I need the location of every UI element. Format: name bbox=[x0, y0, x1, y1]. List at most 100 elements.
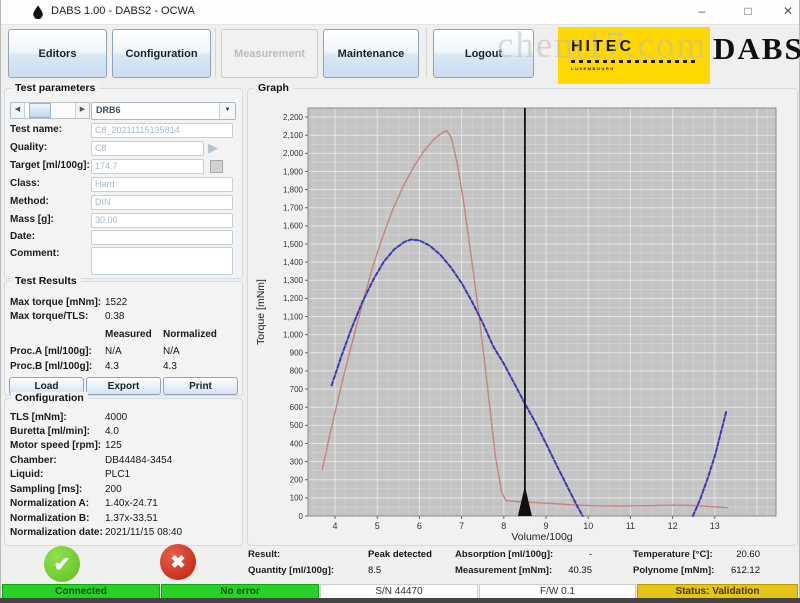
svg-text:1,900: 1,900 bbox=[283, 167, 304, 176]
preset-select[interactable]: DRB6 ▼ bbox=[91, 102, 236, 120]
test-name-label: Test name: bbox=[10, 124, 62, 135]
proc-b-measured: 4.3 bbox=[105, 361, 119, 372]
print-button[interactable]: Print bbox=[163, 377, 238, 395]
measured-column-header: Measured bbox=[105, 329, 152, 340]
editors-button[interactable]: Editors bbox=[8, 29, 107, 78]
svg-text:1,100: 1,100 bbox=[283, 312, 304, 321]
status-connected: Connected bbox=[2, 584, 160, 599]
quality-label: Quality: bbox=[10, 142, 47, 153]
absorption-label: Absorption [ml/100g]: bbox=[455, 549, 553, 560]
comment-field[interactable] bbox=[91, 247, 233, 275]
date-field[interactable] bbox=[91, 230, 233, 245]
sampling-value: 200 bbox=[105, 484, 122, 495]
minimize-button[interactable]: – bbox=[687, 2, 717, 21]
svg-text:1,300: 1,300 bbox=[283, 276, 304, 285]
title-bar: DABS 1.00 - DABS2 - OCWA – □ ✕ bbox=[1, 0, 799, 25]
result-label: Result: bbox=[248, 549, 280, 560]
max-torque-tls-label: Max torque/TLS: bbox=[10, 311, 88, 322]
status-serial-number: S/N 44470 bbox=[320, 584, 478, 599]
maintenance-button[interactable]: Maintenance bbox=[323, 29, 419, 78]
graph-title: Graph bbox=[254, 82, 293, 94]
measurement-value: 40.35 bbox=[550, 565, 592, 576]
configuration-button[interactable]: Configuration bbox=[112, 29, 211, 78]
svg-text:1,600: 1,600 bbox=[283, 222, 304, 231]
export-button[interactable]: Export bbox=[86, 377, 161, 395]
quantity-label: Quantity [ml/100g]: bbox=[248, 565, 334, 576]
play-icon[interactable]: ▶ bbox=[208, 141, 218, 154]
configuration-group: Configuration TLS [mNm]: 4000 Buretta [m… bbox=[4, 398, 243, 546]
normalization-a-value: 1.40x-24.71 bbox=[105, 498, 158, 509]
hitec-logo-subtext: LUXEMBOURG bbox=[571, 66, 615, 71]
svg-text:400: 400 bbox=[290, 439, 304, 448]
svg-text:100: 100 bbox=[290, 494, 304, 503]
target-field[interactable]: 174.7 bbox=[91, 159, 204, 174]
proc-b-normalized: 4.3 bbox=[163, 361, 177, 372]
connected-ok-icon: ✔ bbox=[44, 546, 80, 582]
target-browse-button[interactable] bbox=[210, 160, 223, 173]
svg-text:6: 6 bbox=[417, 521, 422, 531]
mass-field[interactable]: 30.00 bbox=[91, 213, 233, 228]
absorption-value: - bbox=[550, 549, 592, 560]
normalization-b-label: Normalization B: bbox=[10, 513, 89, 524]
logout-button[interactable]: Logout bbox=[433, 29, 534, 78]
result-value: Peak detected bbox=[368, 549, 432, 560]
mass-label: Mass [g]: bbox=[10, 214, 54, 225]
measurement-button: Measurement bbox=[221, 29, 318, 78]
svg-text:1,500: 1,500 bbox=[283, 240, 304, 249]
proc-a-label: Proc.A [ml/100g]: bbox=[10, 346, 92, 357]
normalization-a-label: Normalization A: bbox=[10, 498, 89, 509]
scroll-left-icon[interactable]: ◀ bbox=[11, 103, 25, 118]
maximize-button[interactable]: □ bbox=[733, 2, 763, 21]
class-field[interactable]: Hard bbox=[91, 177, 233, 192]
svg-text:600: 600 bbox=[290, 403, 304, 412]
toolbar-separator bbox=[426, 28, 427, 78]
max-torque-value: 1522 bbox=[105, 297, 127, 308]
preset-value: DRB6 bbox=[92, 103, 219, 119]
configuration-title: Configuration bbox=[11, 392, 88, 404]
svg-text:12: 12 bbox=[668, 521, 678, 531]
test-results-group: Test Results Max torque [mNm]: 1522 Max … bbox=[4, 281, 243, 396]
target-label: Target [ml/100g]: bbox=[10, 160, 90, 171]
measurement-label: Measurement [mNm]: bbox=[455, 565, 552, 576]
liquid-value: PLC1 bbox=[105, 469, 130, 480]
method-label: Method: bbox=[10, 196, 49, 207]
normalization-b-value: 1.37x-33.51 bbox=[105, 513, 158, 524]
torque-chart: 01002003004005006007008009001,0001,1001,… bbox=[250, 96, 794, 542]
svg-text:13: 13 bbox=[710, 521, 720, 531]
svg-text:4: 4 bbox=[332, 521, 337, 531]
proc-a-measured: N/A bbox=[105, 346, 122, 357]
record-scrollbar[interactable]: ◀ ▶ bbox=[10, 102, 90, 119]
svg-text:2,000: 2,000 bbox=[283, 149, 304, 158]
tls-value: 4000 bbox=[105, 412, 127, 423]
hitec-logo-text: HITEC bbox=[571, 38, 634, 56]
scrollbar-track[interactable] bbox=[25, 103, 75, 118]
scrollbar-thumb[interactable] bbox=[29, 103, 51, 118]
sampling-label: Sampling [ms]: bbox=[10, 484, 82, 495]
scroll-right-icon[interactable]: ▶ bbox=[75, 103, 89, 118]
svg-text:200: 200 bbox=[290, 476, 304, 485]
quality-field[interactable]: C8 bbox=[91, 141, 204, 156]
polynome-value: 612.12 bbox=[710, 565, 760, 576]
svg-text:2,200: 2,200 bbox=[283, 113, 304, 122]
class-label: Class: bbox=[10, 178, 40, 189]
chevron-down-icon: ▼ bbox=[219, 103, 235, 119]
chamber-label: Chamber: bbox=[10, 455, 57, 466]
svg-text:700: 700 bbox=[290, 385, 304, 394]
temperature-label: Temperature [°C]: bbox=[633, 549, 713, 560]
normalization-date-label: Normalization date: bbox=[10, 527, 103, 538]
close-button[interactable]: ✕ bbox=[773, 2, 800, 21]
svg-text:1,700: 1,700 bbox=[283, 204, 304, 213]
svg-text:2,100: 2,100 bbox=[283, 131, 304, 140]
dabs-logo: DABS bbox=[713, 31, 800, 67]
buretta-value: 4.0 bbox=[105, 426, 119, 437]
polynome-label: Polynome [mNm]: bbox=[633, 565, 714, 576]
method-field[interactable]: DIN bbox=[91, 195, 233, 210]
motor-speed-value: 125 bbox=[105, 440, 122, 451]
date-label: Date: bbox=[10, 231, 35, 242]
tls-label: TLS [mNm]: bbox=[10, 412, 67, 423]
normalization-date-value: 2021/11/15 08:40 bbox=[105, 527, 182, 538]
liquid-label: Liquid: bbox=[10, 469, 43, 480]
error-stop-icon: ✖ bbox=[160, 544, 196, 580]
svg-text:Volume/100g: Volume/100g bbox=[511, 531, 572, 542]
test-name-field[interactable]: C8_20211115135814 bbox=[91, 123, 233, 138]
